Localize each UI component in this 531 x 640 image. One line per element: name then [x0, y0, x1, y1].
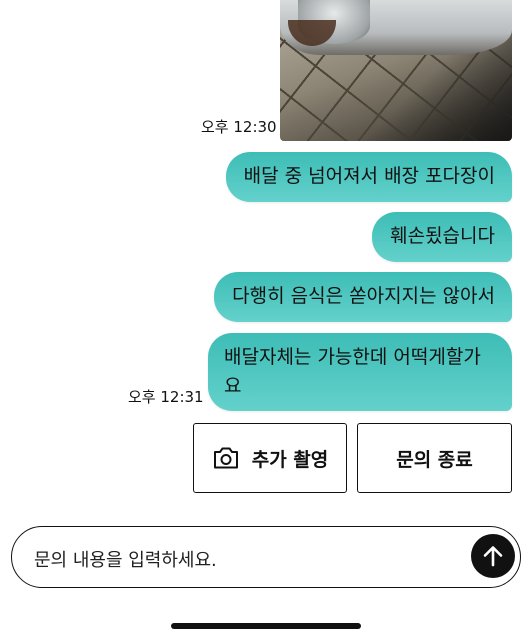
last-timestamp: 오후 12:31 — [128, 388, 204, 406]
sent-photo[interactable] — [280, 0, 512, 141]
extra-photo-label: 추가 촬영 — [251, 448, 329, 471]
home-indicator — [171, 623, 361, 629]
message-input[interactable]: 문의 내용을 입력하세요. — [11, 526, 521, 588]
message-bubble: 배달 중 넘어져서 배장 포다장이 — [225, 152, 512, 202]
arrow-up-icon — [482, 544, 504, 568]
message-bubble: 다행히 음식은 쏟아지지는 않아서 — [214, 272, 512, 322]
send-button[interactable] — [471, 534, 515, 578]
input-placeholder: 문의 내용을 입력하세요. — [34, 550, 217, 571]
end-inquiry-button[interactable]: 문의 종료 — [357, 423, 512, 493]
end-inquiry-label: 문의 종료 — [396, 448, 473, 471]
message-bubble: 훼손됬습니다 — [372, 212, 512, 262]
camera-icon — [212, 446, 240, 470]
extra-photo-button[interactable]: 추가 촬영 — [193, 423, 347, 493]
photo-timestamp: 오후 12:30 — [201, 118, 277, 136]
message-bubble: 배달자체는 가능한데 어떡게할가 요 — [208, 333, 512, 411]
